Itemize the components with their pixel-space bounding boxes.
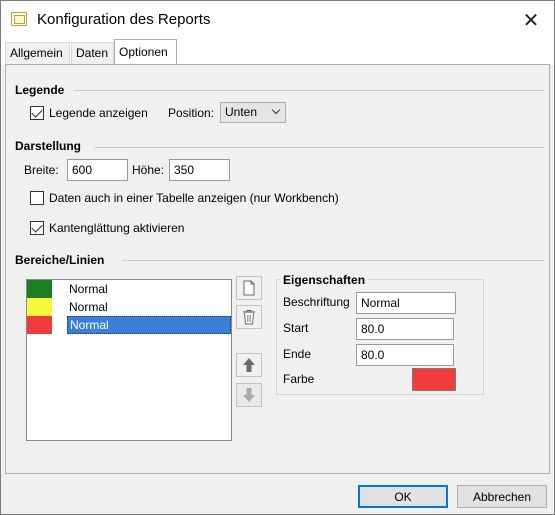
tab-optionen[interactable]: Optionen (114, 39, 177, 65)
arrow-up-icon (243, 358, 255, 372)
report-app-icon (11, 12, 27, 26)
trash-icon (243, 310, 255, 325)
position-select-value: Unten (225, 105, 258, 119)
options-panel: Legende Legende anzeigen Position: Unten… (5, 64, 550, 474)
width-input[interactable]: 600 (67, 159, 128, 181)
section-ranges-title: Bereiche/Linien (15, 253, 105, 267)
color-swatch (27, 298, 52, 316)
table-checkbox[interactable] (30, 191, 44, 205)
close-button[interactable]: ✕ (508, 1, 554, 39)
antialias-checkbox[interactable] (30, 221, 44, 235)
start-label: Start (283, 321, 309, 335)
position-select[interactable]: Unten (220, 102, 286, 123)
tab-allgemein[interactable]: Allgemein (5, 42, 70, 65)
color-swatch (27, 280, 52, 298)
table-label: Daten auch in einer Tabelle anzeigen (nu… (49, 191, 339, 205)
caption-label: Beschriftung (283, 295, 350, 309)
list-item-label: Normal (67, 316, 231, 334)
width-label: Breite: (24, 163, 59, 177)
section-legend-title: Legende (15, 83, 65, 97)
list-item-label: Normal (69, 282, 108, 296)
list-item-selected[interactable]: Normal (27, 316, 231, 334)
color-label: Farbe (283, 372, 315, 386)
properties-title: Eigenschaften (280, 273, 369, 287)
ranges-list[interactable]: Normal Normal Normal (26, 279, 232, 441)
section-display-title: Darstellung (15, 139, 82, 153)
tab-daten[interactable]: Daten (71, 42, 114, 65)
chevron-down-icon (271, 105, 281, 115)
section-divider (95, 147, 544, 148)
position-label: Position: (168, 106, 215, 120)
list-item-label: Normal (69, 300, 108, 314)
height-input[interactable]: 350 (169, 159, 230, 181)
color-picker-button[interactable] (412, 368, 456, 391)
move-down-button[interactable] (236, 383, 262, 407)
antialias-label: Kantenglättung aktivieren (49, 221, 185, 235)
dialog-footer: OK Abbrechen (1, 475, 554, 514)
arrow-down-icon (243, 388, 255, 402)
height-label: Höhe: (132, 163, 165, 177)
delete-item-button[interactable] (236, 305, 262, 329)
color-swatch (27, 316, 52, 334)
end-label: Ende (283, 347, 312, 361)
section-divider (122, 260, 544, 261)
start-input[interactable]: 80.0 (356, 318, 454, 340)
dialog-window: Konfiguration des Reports ✕ Allgemein Da… (0, 0, 555, 515)
new-item-button[interactable] (236, 276, 262, 300)
window-title: Konfiguration des Reports (37, 11, 211, 28)
list-item[interactable]: Normal (27, 298, 231, 316)
caption-input[interactable]: Normal (356, 292, 456, 314)
move-up-button[interactable] (236, 353, 262, 377)
show-legend-checkbox[interactable] (30, 106, 44, 120)
new-file-icon (243, 280, 255, 296)
section-divider (74, 90, 544, 91)
end-input[interactable]: 80.0 (356, 344, 454, 366)
list-item[interactable]: Normal (27, 280, 231, 298)
ok-button[interactable]: OK (358, 485, 448, 508)
title-bar: Konfiguration des Reports ✕ (1, 1, 554, 39)
show-legend-label: Legende anzeigen (49, 106, 148, 120)
tab-strip: Allgemein Daten Optionen (1, 39, 554, 65)
cancel-button[interactable]: Abbrechen (457, 485, 547, 508)
